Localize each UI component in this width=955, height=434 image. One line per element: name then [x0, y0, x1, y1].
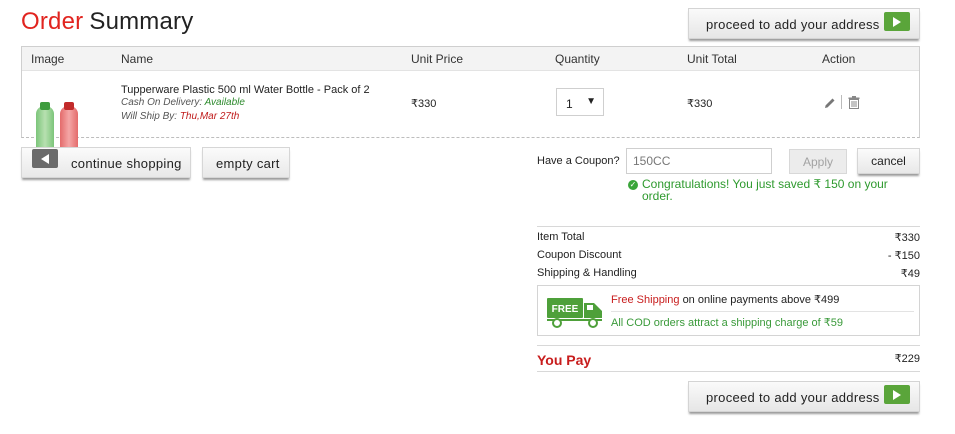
unit-total: ₹330	[687, 98, 713, 110]
title-part-2: Summary	[89, 8, 194, 35]
coupon-input[interactable]	[626, 148, 772, 174]
product-image[interactable]	[34, 75, 80, 161]
you-pay-label: You Pay	[537, 352, 592, 368]
you-pay-value: ₹229	[894, 353, 920, 365]
summary-divider	[537, 226, 920, 227]
check-circle-icon: ✓	[628, 180, 638, 190]
coupon-discount-row: Coupon Discount - ₹150	[537, 249, 920, 262]
arrow-right-icon	[884, 385, 910, 404]
chevron-down-icon: ▼	[586, 96, 596, 107]
free-shipping-rest: on online payments above ₹499	[682, 294, 840, 306]
col-unit-price: Unit Price	[411, 52, 464, 66]
title-part-1: Order	[21, 8, 84, 35]
proceed-address-button-bottom[interactable]: proceed to add your address	[688, 381, 920, 412]
proceed-label-bottom: proceed to add your address	[706, 390, 880, 405]
col-name: Name	[121, 52, 154, 66]
truck-badge-text: FREE	[552, 304, 579, 315]
col-action: Action	[822, 52, 856, 66]
cod-charge-note: All COD orders attract a shipping charge…	[611, 317, 843, 329]
col-image: Image	[31, 52, 65, 66]
ship-label: Will Ship By:	[121, 111, 178, 122]
cart-table: Image Name Unit Price Quantity Unit Tota…	[21, 46, 920, 161]
shipping-note-divider	[611, 311, 914, 312]
trash-icon[interactable]	[848, 96, 860, 109]
product-name[interactable]: Tupperware Plastic 500 ml Water Bottle -…	[121, 84, 370, 96]
empty-cart-label: empty cart	[216, 156, 280, 171]
shipping-row: Shipping & Handling ₹49	[537, 267, 920, 280]
free-shipping-label: Free Shipping	[611, 294, 680, 306]
apply-button[interactable]: Apply	[789, 149, 847, 174]
ship-value: Thu,Mar 27th	[179, 111, 240, 122]
shipping-value: ₹49	[900, 268, 920, 280]
cod-value: Available	[204, 97, 245, 108]
edit-icon[interactable]	[824, 97, 836, 109]
free-shipping-note: Free Shipping on online payments above ₹…	[611, 293, 839, 306]
table-header: Image Name Unit Price Quantity Unit Tota…	[22, 47, 919, 71]
arrow-right-icon	[884, 12, 910, 31]
continue-label: continue shopping	[71, 156, 182, 171]
cod-label: Cash On Delivery:	[121, 97, 203, 108]
coupon-discount-label: Coupon Discount	[537, 249, 622, 261]
page-title: Order Summary	[21, 8, 193, 36]
coupon-success-message: Congratulations! You just saved ₹ 150 on…	[642, 177, 888, 203]
action-divider	[841, 95, 842, 109]
pay-divider-top	[537, 345, 920, 346]
coupon-discount-value: - ₹150	[887, 250, 920, 262]
arrow-left-icon	[32, 149, 58, 168]
item-total-row: Item Total ₹330	[537, 231, 920, 244]
continue-shopping-button[interactable]: continue shopping	[21, 147, 191, 178]
shipping-label: Shipping & Handling	[537, 267, 637, 279]
shipping-info-box: FREE Free Shipping on online payments ab…	[537, 285, 920, 336]
coupon-label: Have a Coupon?	[537, 155, 620, 167]
proceed-address-button-top[interactable]: proceed to add your address	[688, 8, 920, 39]
quantity-value: 1	[566, 97, 573, 111]
truck-icon: FREE	[547, 298, 602, 328]
item-total-label: Item Total	[537, 231, 585, 243]
empty-cart-button[interactable]: empty cart	[202, 147, 290, 178]
quantity-select[interactable]: 1 ▼	[556, 88, 604, 116]
cod-info: Cash On Delivery: Available	[121, 97, 245, 108]
col-quantity: Quantity	[555, 52, 600, 66]
pay-divider-bottom	[537, 371, 920, 372]
ship-info: Will Ship By: Thu,Mar 27th	[121, 111, 239, 122]
unit-price: ₹330	[411, 98, 437, 110]
cancel-button[interactable]: cancel	[857, 148, 920, 174]
col-unit-total: Unit Total	[687, 52, 737, 66]
proceed-label: proceed to add your address	[706, 17, 880, 32]
item-total-value: ₹330	[894, 232, 920, 244]
